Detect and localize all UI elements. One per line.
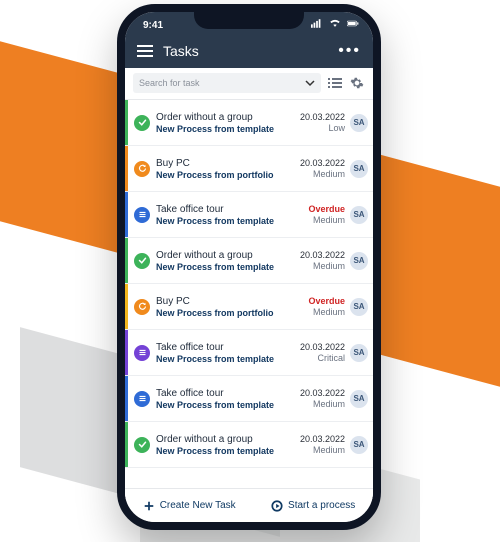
phone-notch	[194, 11, 304, 29]
chevron-down-icon[interactable]	[305, 79, 315, 87]
task-due: 20.03.2022	[300, 342, 345, 352]
task-subtitle: New Process from template	[156, 446, 287, 456]
task-priority: Medium	[313, 261, 345, 271]
app-header: Tasks •••	[125, 38, 373, 68]
gear-icon[interactable]	[349, 75, 365, 91]
task-title: Order without a group	[156, 112, 287, 123]
start-process-button[interactable]: Start a process	[271, 500, 355, 512]
task-info: Buy PCNew Process from portfolio	[156, 146, 287, 191]
task-priority: Low	[328, 123, 345, 133]
task-subtitle: New Process from template	[156, 124, 287, 134]
wifi-icon	[329, 19, 341, 31]
task-priority: Medium	[313, 169, 345, 179]
task-row[interactable]: Buy PCNew Process from portfolioOverdueM…	[125, 284, 373, 330]
menu-icon[interactable]	[137, 44, 153, 58]
start-process-label: Start a process	[288, 500, 355, 511]
task-list[interactable]: Order without a groupNew Process from te…	[125, 100, 373, 500]
task-info: Order without a groupNew Process from te…	[156, 238, 287, 283]
task-title: Take office tour	[156, 342, 287, 353]
task-row[interactable]: Buy PCNew Process from portfolio20.03.20…	[125, 146, 373, 192]
search-placeholder: Search for task	[139, 78, 200, 88]
task-subtitle: New Process from portfolio	[156, 170, 287, 180]
task-priority: Medium	[313, 445, 345, 455]
task-due: 20.03.2022	[300, 388, 345, 398]
task-title: Order without a group	[156, 434, 287, 445]
task-due: 20.03.2022	[300, 434, 345, 444]
task-subtitle: New Process from template	[156, 216, 287, 226]
task-row[interactable]: Order without a groupNew Process from te…	[125, 100, 373, 146]
task-due: Overdue	[308, 296, 345, 306]
signal-icon	[311, 19, 323, 31]
task-priority: Medium	[313, 307, 345, 317]
task-due: 20.03.2022	[300, 112, 345, 122]
task-meta: 20.03.2022Critical	[287, 330, 349, 375]
status-icon	[128, 238, 156, 283]
task-row[interactable]: Take office tourNew Process from templat…	[125, 376, 373, 422]
status-icon	[128, 192, 156, 237]
task-meta: 20.03.2022Low	[287, 100, 349, 145]
assignee-avatar[interactable]: SA	[349, 100, 373, 145]
status-icon	[128, 422, 156, 467]
status-icon	[128, 376, 156, 421]
assignee-avatar[interactable]: SA	[349, 422, 373, 467]
task-subtitle: New Process from template	[156, 400, 287, 410]
task-title: Buy PC	[156, 158, 287, 169]
assignee-avatar[interactable]: SA	[349, 284, 373, 329]
task-meta: 20.03.2022Medium	[287, 376, 349, 421]
task-title: Buy PC	[156, 296, 287, 307]
task-info: Take office tourNew Process from templat…	[156, 330, 287, 375]
search-input[interactable]: Search for task	[133, 73, 321, 93]
task-meta: OverdueMedium	[287, 284, 349, 329]
task-info: Order without a groupNew Process from te…	[156, 100, 287, 145]
task-meta: 20.03.2022Medium	[287, 422, 349, 467]
assignee-avatar[interactable]: SA	[349, 192, 373, 237]
phone-frame: 9:41 Tasks ••• Search for task	[117, 4, 381, 530]
task-meta: 20.03.2022Medium	[287, 146, 349, 191]
task-due: Overdue	[308, 204, 345, 214]
page-title: Tasks	[163, 43, 199, 59]
task-row[interactable]: Take office tourNew Process from templat…	[125, 330, 373, 376]
task-due: 20.03.2022	[300, 158, 345, 168]
assignee-avatar[interactable]: SA	[349, 238, 373, 283]
search-bar: Search for task	[125, 68, 373, 100]
task-info: Order without a groupNew Process from te…	[156, 422, 287, 467]
task-info: Take office tourNew Process from templat…	[156, 376, 287, 421]
task-due: 20.03.2022	[300, 250, 345, 260]
task-subtitle: New Process from template	[156, 354, 287, 364]
create-task-button[interactable]: Create New Task	[143, 500, 236, 512]
assignee-avatar[interactable]: SA	[349, 376, 373, 421]
status-icon	[128, 330, 156, 375]
task-title: Take office tour	[156, 388, 287, 399]
task-priority: Medium	[313, 399, 345, 409]
task-info: Take office tourNew Process from templat…	[156, 192, 287, 237]
task-meta: 20.03.2022Medium	[287, 238, 349, 283]
assignee-avatar[interactable]: SA	[349, 330, 373, 375]
more-icon[interactable]: •••	[338, 42, 361, 60]
status-time: 9:41	[143, 20, 163, 31]
list-view-icon[interactable]	[327, 75, 343, 91]
battery-icon	[347, 19, 359, 31]
task-priority: Critical	[317, 353, 345, 363]
task-row[interactable]: Order without a groupNew Process from te…	[125, 238, 373, 284]
task-subtitle: New Process from template	[156, 262, 287, 272]
task-info: Buy PCNew Process from portfolio	[156, 284, 287, 329]
task-row[interactable]: Order without a groupNew Process from te…	[125, 422, 373, 468]
footer-bar: Create New Task Start a process	[125, 488, 373, 522]
status-icon	[128, 100, 156, 145]
create-task-label: Create New Task	[160, 500, 236, 511]
task-meta: OverdueMedium	[287, 192, 349, 237]
task-subtitle: New Process from portfolio	[156, 308, 287, 318]
task-row[interactable]: Take office tourNew Process from templat…	[125, 192, 373, 238]
task-title: Order without a group	[156, 250, 287, 261]
status-icon	[128, 146, 156, 191]
task-title: Take office tour	[156, 204, 287, 215]
assignee-avatar[interactable]: SA	[349, 146, 373, 191]
task-priority: Medium	[313, 215, 345, 225]
status-icon	[128, 284, 156, 329]
